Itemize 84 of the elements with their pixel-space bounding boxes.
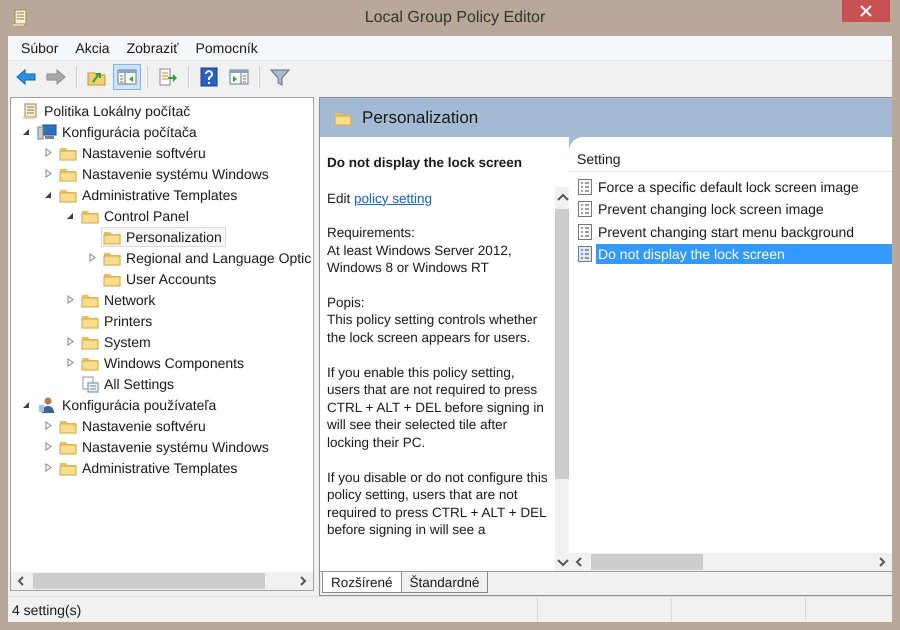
tree-item[interactable]: Nastavenie softvéru [57,142,210,162]
scroll-up-icon[interactable] [557,193,569,201]
settings-list-icon [81,374,99,392]
collapsed-triangle-icon[interactable] [45,169,52,178]
expanded-triangle-icon[interactable] [23,128,30,135]
setting-list-icon [577,222,593,241]
setting-item[interactable]: Prevent changing start menu background [596,222,892,242]
computer-icon [37,122,57,140]
scroll-down-icon[interactable] [557,559,569,567]
requirements-text: At least Windows Server 2012, Windows 8 or Windows RT [327,242,513,276]
collapsed-triangle-icon[interactable] [45,421,52,430]
expanded-triangle-icon[interactable] [67,212,74,219]
tab[interactable]: Rozšírené [322,572,402,593]
description-label: Popis: [327,294,366,311]
tree-item[interactable]: User Accounts [101,268,220,288]
tree-item[interactable]: Windows Components [79,352,248,372]
menu-item[interactable]: Akcia [68,38,117,58]
column-header[interactable]: Setting [577,151,621,167]
tree-item[interactable]: Control Panel [79,206,193,226]
tree-item[interactable]: Network [79,290,160,310]
collapsed-triangle-icon[interactable] [67,295,74,304]
tree-item[interactable]: Administrative Templates [57,184,242,204]
tree-item[interactable]: Nastavenie systému Windows [57,436,273,456]
tree-item[interactable]: Regional and Language Optic [101,248,313,268]
pane-toggle-icon [117,68,137,86]
tree-item[interactable]: System [79,332,155,352]
edit-text: Edit policy setting [327,190,434,207]
description-paragraph: If you enable this policy setting, users that are not required to press CTRL + ALT + DEL before signing in will see their selected tile after locking their PC. [327,364,545,451]
toolbar-button[interactable] [113,64,141,90]
collapsed-triangle-icon[interactable] [67,337,74,346]
close-button[interactable] [842,0,890,22]
scroll-left-icon[interactable] [575,557,583,567]
panel-title: Personalization [362,108,478,128]
help-icon [200,66,218,86]
setting-list-icon [577,245,593,264]
tree-item[interactable]: Printers [79,310,156,330]
policy-setting-link[interactable]: policy setting [354,190,432,206]
menu-item[interactable]: Pomocník [188,38,265,58]
collapsed-triangle-icon[interactable] [89,253,96,262]
tree-item[interactable]: Nastavenie systému Windows [57,164,273,184]
setting-list-icon [577,178,593,196]
menu-item[interactable]: Zobraziť [120,38,186,58]
scroll-left-icon[interactable] [17,576,25,586]
filter-icon [270,68,290,86]
tree-item[interactable]: Konfigurácia počítača [35,120,201,142]
collapsed-triangle-icon[interactable] [45,442,52,451]
scroll-thumb[interactable] [555,209,569,479]
forward-arrow-icon [46,68,66,86]
collapsed-triangle-icon[interactable] [67,358,74,367]
tab[interactable]: Štandardné [400,572,488,593]
horizontal-scrollbar[interactable] [569,553,892,571]
window-title: Local Group Policy Editor [364,9,546,27]
tree-item[interactable]: Konfigurácia používateľa [35,394,220,416]
menu-item[interactable]: Súbor [14,38,66,58]
tree-item[interactable]: Nastavenie softvéru [57,416,210,436]
horizontal-scrollbar[interactable] [11,572,313,590]
description-paragraph: This policy setting controls whether the lock screen appears for users. [327,311,538,346]
app-icon [12,9,28,27]
tree-item[interactable]: Personalization [101,226,226,246]
action-pane-icon [229,68,249,86]
setting-item[interactable]: Prevent changing lock screen image [596,199,892,220]
user-icon [37,396,57,414]
scroll-thumb[interactable] [591,554,703,570]
setting-item[interactable]: Force a specific default lock screen image [596,177,892,198]
requirements-label: Requirements: [327,224,416,242]
tree-item[interactable]: All Settings [79,372,178,394]
policy-title: Do not display the lock screen [327,154,524,172]
export-list-icon [158,68,178,86]
description-paragraph: If you disable or do not configure this policy setting, users that are not required to press CTRL + ALT + DEL before signing in will see a [327,468,549,538]
tree-item[interactable]: Politika Lokálny počítač [19,100,194,122]
scroll-thumb[interactable] [33,573,266,589]
scroll-icon [21,102,39,120]
scroll-right-icon[interactable] [878,557,886,567]
vertical-scrollbar[interactable] [555,187,569,571]
expanded-triangle-icon[interactable] [23,401,30,408]
back-arrow-icon [16,68,36,86]
expanded-triangle-icon[interactable] [45,191,52,198]
collapsed-triangle-icon[interactable] [45,463,52,472]
scroll-right-icon[interactable] [299,576,307,586]
tree-item[interactable]: Administrative Templates [57,458,242,478]
collapsed-triangle-icon[interactable] [45,148,52,157]
status-text: 4 setting(s) [11,602,82,618]
setting-list-icon [577,200,593,218]
close-icon [860,5,872,17]
